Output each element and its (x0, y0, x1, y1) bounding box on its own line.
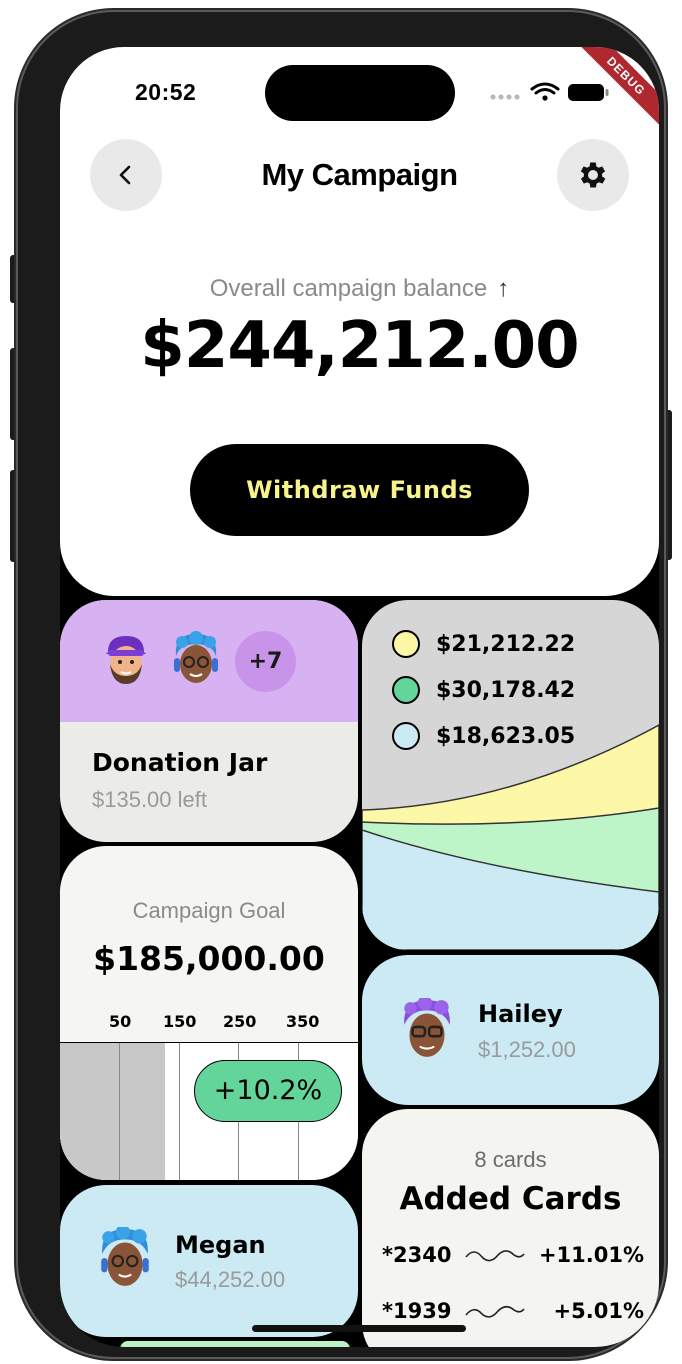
signal-dots-icon (490, 94, 520, 100)
donor-amount: $44,252.00 (175, 1267, 286, 1292)
settings-button[interactable] (557, 139, 629, 211)
next-tile-edge (120, 1341, 350, 1347)
jar-title: Donation Jar (92, 748, 268, 777)
donation-jar-tile[interactable]: +7 Donation Jar $135.00 left (60, 600, 358, 842)
jar-remaining: $135.00 left (92, 787, 207, 812)
avatar (106, 636, 146, 684)
goal-amount: $185,000.00 (93, 939, 325, 978)
cards-title: Added Cards (399, 1181, 622, 1217)
donor-avatars: +7 (60, 600, 358, 722)
avatar (174, 631, 218, 683)
donor-name: Megan (175, 1231, 266, 1259)
silent-switch (10, 255, 18, 303)
axis-tick: 150 (163, 1012, 197, 1031)
campaign-goal-tile[interactable]: Campaign Goal $185,000.00 50 150 250 350… (60, 846, 358, 1180)
cards-count: 8 cards (474, 1147, 547, 1172)
arrow-up-icon: ↑ (497, 275, 510, 302)
goal-label: Campaign Goal (132, 898, 286, 923)
home-indicator[interactable] (252, 1325, 466, 1332)
header-card: 20:52 DEBUG My Campaign Overall campaign… (60, 47, 659, 596)
power-button (664, 410, 672, 560)
phone-frame: 20:52 DEBUG My Campaign Overall campaign… (18, 12, 664, 1357)
donor-card-hailey[interactable]: Hailey $1,252.00 (362, 955, 659, 1105)
dynamic-island (265, 65, 455, 121)
withdraw-funds-button[interactable]: Withdraw Funds (190, 444, 529, 536)
grid-line (119, 1043, 120, 1180)
stacked-area-chart (362, 724, 659, 950)
sparkline-icon (465, 1250, 525, 1262)
grid-line (179, 1043, 180, 1180)
axis-tick: 50 (109, 1012, 132, 1031)
card-row[interactable]: *2340 +11.01% (382, 1243, 644, 1273)
goal-progress-plot: +10.2% (60, 1042, 358, 1180)
volume-up-button (10, 348, 18, 440)
goal-change-badge: +10.2% (194, 1060, 342, 1122)
donor-card-megan[interactable]: Megan $44,252.00 (60, 1185, 358, 1337)
donor-amount: $1,252.00 (478, 1037, 576, 1062)
balance-label: Overall campaign balance ↑ (60, 275, 659, 303)
progress-fill (60, 1043, 165, 1180)
volume-down-button (10, 470, 18, 562)
card-change: +5.01% (553, 1299, 644, 1323)
wifi-icon (530, 82, 560, 101)
card-number: *1939 (382, 1299, 452, 1323)
breakdown-chart-tile[interactable]: $21,212.22 $30,178.42 $18,623.05 (362, 600, 659, 950)
balance-amount: $244,212.00 (140, 309, 579, 383)
extra-donors-count: +7 (235, 631, 296, 692)
battery-icon (568, 84, 609, 101)
sparkline-icon (465, 1305, 525, 1318)
donor-name: Hailey (478, 1000, 563, 1028)
avatar (101, 1227, 149, 1286)
axis-tick: 250 (223, 1012, 257, 1031)
status-time: 20:52 (135, 79, 197, 105)
added-cards-tile[interactable]: 8 cards Added Cards *2340 +11.01% *1939 … (362, 1109, 659, 1347)
avatar (404, 998, 450, 1057)
axis-tick: 350 (286, 1012, 320, 1031)
screen: 20:52 DEBUG My Campaign Overall campaign… (60, 47, 659, 1347)
card-number: *2340 (382, 1243, 452, 1267)
card-change: +11.01% (538, 1243, 644, 1267)
status-icons (490, 82, 609, 101)
gear-icon (580, 162, 606, 188)
balance-label-text: Overall campaign balance (209, 275, 488, 302)
